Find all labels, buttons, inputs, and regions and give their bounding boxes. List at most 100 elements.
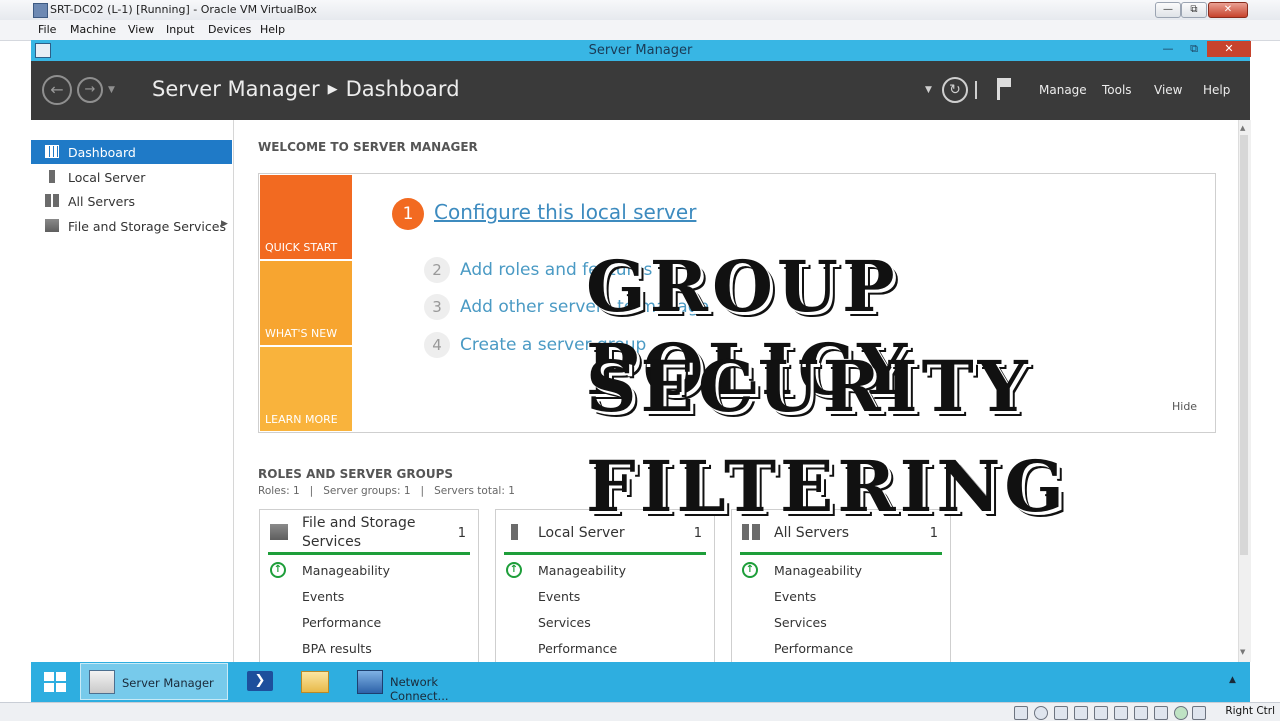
tray-overflow-icon[interactable]: ▲ xyxy=(1229,675,1236,685)
view-menu[interactable]: View xyxy=(1154,83,1182,97)
vbox-menu-machine[interactable]: Machine xyxy=(70,23,116,36)
flag-icon[interactable] xyxy=(997,78,1011,100)
usb-icon[interactable] xyxy=(1094,706,1108,720)
server-manager-header: ← → ▼ Server Manager ▶ Dashboard ▼ ↻ Manag… xyxy=(31,61,1250,120)
sidebar-item-all-servers[interactable]: All Servers xyxy=(31,189,232,213)
breadcrumb-root[interactable]: Server Manager xyxy=(152,77,320,101)
breadcrumb: Server Manager ▶ Dashboard xyxy=(152,77,460,101)
history-dropdown-icon[interactable]: ▼ xyxy=(108,85,115,95)
card-row-events[interactable]: Events xyxy=(774,589,816,604)
guest-screen: Server Manager — ⧉ ✕ ← → ▼ Server Manage… xyxy=(31,40,1251,669)
card-row-performance[interactable]: Performance xyxy=(302,615,381,630)
sidebar-item-file-storage[interactable]: File and Storage Services ▶ xyxy=(31,214,232,238)
vbox-menu-file[interactable]: File xyxy=(38,23,56,36)
help-menu[interactable]: Help xyxy=(1203,83,1230,97)
keyboard-capture-icon[interactable] xyxy=(1192,706,1206,720)
notifications-dropdown-icon[interactable]: ▼ xyxy=(925,85,932,95)
back-arrow-icon[interactable]: ← xyxy=(42,75,72,105)
refresh-icon[interactable]: ↻ xyxy=(942,77,968,103)
card-row-performance[interactable]: Performance xyxy=(774,641,853,656)
role-card-local-server[interactable]: Local Server 1 ↑ Manageability Events Se… xyxy=(495,509,715,669)
vbox-menu-input[interactable]: Input xyxy=(166,23,194,36)
configure-local-server-link[interactable]: Configure this local server xyxy=(434,200,696,224)
network-icon[interactable] xyxy=(1074,706,1088,720)
status-ok-icon: ↑ xyxy=(506,562,522,578)
taskbar-file-explorer[interactable] xyxy=(295,663,335,700)
server-icon xyxy=(49,170,55,183)
vbox-restore-button[interactable]: ⧉ xyxy=(1181,2,1207,18)
sidebar: Dashboard Local Server All Servers File … xyxy=(31,120,234,662)
card-title: File and Storage Services xyxy=(302,515,416,550)
role-card-all-servers[interactable]: All Servers 1 ↑ Manageability Events Ser… xyxy=(731,509,951,669)
tile-whats-new[interactable]: WHAT'S NEW xyxy=(260,261,352,345)
taskbar-server-manager[interactable]: Server Manager xyxy=(80,663,228,700)
server-manager-titlebar: Server Manager — ⧉ ✕ xyxy=(31,40,1251,61)
sidebar-item-dashboard[interactable]: Dashboard xyxy=(31,140,232,164)
audio-icon[interactable] xyxy=(1054,706,1068,720)
vbox-menu-devices[interactable]: Devices xyxy=(208,23,251,36)
card-row-performance[interactable]: Performance xyxy=(538,641,617,656)
shared-folders-icon[interactable] xyxy=(1114,706,1128,720)
sidebar-item-local-server[interactable]: Local Server xyxy=(31,165,232,189)
taskbar: Server Manager ❯ Network Connect... ▲ xyxy=(31,662,1250,703)
taskbar-item-label: Server Manager xyxy=(122,676,214,690)
tile-quick-start[interactable]: QUICK START xyxy=(260,175,352,259)
manage-menu[interactable]: Manage xyxy=(1039,83,1087,97)
overlay-title-line-2: SECURITY xyxy=(586,345,1032,428)
display-icon[interactable] xyxy=(1134,706,1148,720)
scroll-down-arrow-icon[interactable]: ▼ xyxy=(1240,648,1245,656)
card-row-events[interactable]: Events xyxy=(302,589,344,604)
taskbar-powershell[interactable]: ❯ xyxy=(241,663,281,700)
overlay-title-line-3: FILTERING xyxy=(586,445,1069,528)
server-manager-icon xyxy=(89,670,115,694)
forward-arrow-icon[interactable]: → xyxy=(77,77,103,103)
taskbar-network-connections[interactable]: Network Connect... xyxy=(351,663,496,703)
card-row-bpa[interactable]: BPA results xyxy=(302,641,372,656)
sidebar-item-label: Local Server xyxy=(68,170,146,185)
optical-drive-icon[interactable] xyxy=(1034,706,1048,720)
storage-icon xyxy=(270,524,288,540)
card-row-events[interactable]: Events xyxy=(538,589,580,604)
tile-learn-more[interactable]: LEARN MORE xyxy=(260,347,352,431)
storage-icon xyxy=(45,219,59,232)
step-1-number: 1 xyxy=(392,198,424,230)
file-explorer-icon xyxy=(301,671,329,693)
vbox-close-button[interactable]: ✕ xyxy=(1208,2,1248,18)
tile-label: QUICK START xyxy=(265,241,338,254)
sidebar-item-label: All Servers xyxy=(68,194,135,209)
video-capture-icon[interactable] xyxy=(1154,706,1168,720)
card-row-manageability[interactable]: Manageability xyxy=(774,563,862,578)
vbox-menu-help[interactable]: Help xyxy=(260,23,285,36)
roles-heading: ROLES AND SERVER GROUPS xyxy=(258,467,454,481)
sidebar-item-label: Dashboard xyxy=(68,145,136,160)
host-key-label: Right Ctrl xyxy=(1225,705,1275,717)
expand-arrow-icon[interactable]: ▶ xyxy=(221,219,228,229)
status-bar xyxy=(740,552,942,555)
mouse-integration-icon[interactable] xyxy=(1174,706,1188,720)
card-row-manageability[interactable]: Manageability xyxy=(302,563,390,578)
tools-menu[interactable]: Tools xyxy=(1102,83,1132,97)
vbox-menu-view[interactable]: View xyxy=(128,23,154,36)
card-row-services[interactable]: Services xyxy=(774,615,827,630)
vbox-menubar: File Machine View Input Devices Help xyxy=(0,20,1280,41)
virtualbox-app-icon xyxy=(33,3,48,18)
card-count: 1 xyxy=(929,526,938,541)
welcome-heading: WELCOME TO SERVER MANAGER xyxy=(258,140,478,154)
start-button[interactable] xyxy=(35,663,75,700)
step-3-number: 3 xyxy=(424,294,450,320)
sm-minimize-button[interactable]: — xyxy=(1155,41,1181,57)
breadcrumb-separator-icon: ▶ xyxy=(327,82,338,97)
scroll-up-arrow-icon[interactable]: ▲ xyxy=(1240,124,1245,132)
vbox-minimize-button[interactable]: — xyxy=(1155,2,1181,18)
sidebar-item-label: File and Storage Services xyxy=(68,219,226,234)
sm-restore-button[interactable]: ⧉ xyxy=(1181,41,1207,57)
windows-start-icon xyxy=(44,672,66,692)
powershell-icon: ❯ xyxy=(247,671,273,691)
sm-close-button[interactable]: ✕ xyxy=(1207,41,1251,57)
role-card-file-storage[interactable]: File and Storage Services 1 ↑ Manageabil… xyxy=(259,509,479,669)
card-row-manageability[interactable]: Manageability xyxy=(538,563,626,578)
status-ok-icon: ↑ xyxy=(270,562,286,578)
card-row-services[interactable]: Services xyxy=(538,615,591,630)
vbox-window-title: SRT-DC02 (L-1) [Running] - Oracle VM Vir… xyxy=(50,3,317,16)
hard-disk-icon[interactable] xyxy=(1014,706,1028,720)
